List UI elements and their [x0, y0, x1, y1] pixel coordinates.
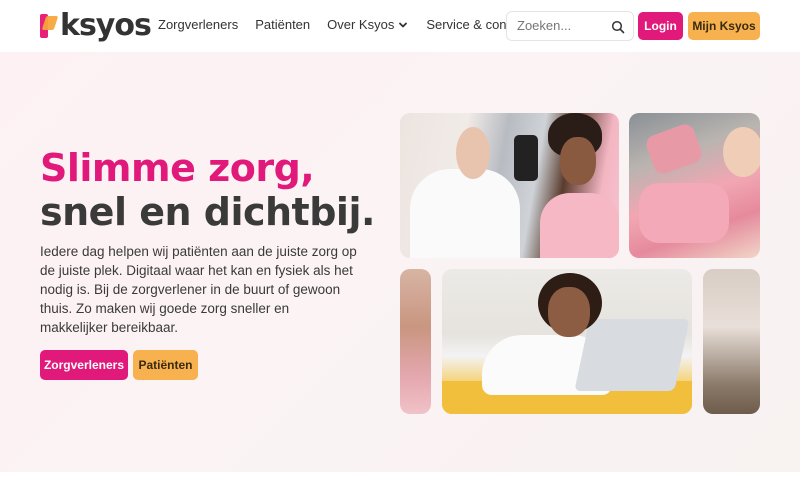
- photo-partial-left: [400, 269, 431, 414]
- chevron-down-icon: [399, 22, 408, 27]
- hero-title-line1: Slimme zorg,: [40, 146, 315, 190]
- hero-description: Iedere dag helpen wij patiënten aan de j…: [40, 244, 357, 335]
- main-nav: Zorgverleners Patiënten Over Ksyos Servi…: [158, 17, 544, 32]
- photo-partial-right: [703, 269, 760, 414]
- patienten-button[interactable]: Patiënten: [133, 350, 198, 380]
- hero-section: Slimme zorg, snel en dichtbij. Iedere da…: [0, 52, 800, 472]
- logo-text: ksyos: [60, 8, 152, 43]
- ksyos-logo[interactable]: ksyos: [40, 8, 152, 43]
- search-icon[interactable]: [611, 20, 625, 34]
- zorgverleners-button[interactable]: Zorgverleners: [40, 350, 128, 380]
- logo-mark-icon: [40, 14, 59, 38]
- mijn-ksyos-button[interactable]: Mijn Ksyos: [688, 12, 760, 40]
- nav-item-over-ksyos[interactable]: Over Ksyos: [327, 17, 409, 32]
- site-header: ksyos Zorgverleners Patiënten Over Ksyos…: [0, 0, 800, 52]
- page-below-hero: [0, 472, 800, 500]
- nav-item-zorgverleners[interactable]: Zorgverleners: [158, 17, 238, 32]
- photo-woman-laptop: [442, 269, 692, 414]
- search-box: [506, 11, 634, 41]
- photo-doctor-video-call: [400, 113, 619, 258]
- photo-woman-phone-selfie: [629, 113, 760, 258]
- hero-title-line2: snel en dichtbij.: [40, 190, 375, 234]
- login-button[interactable]: Login: [638, 12, 683, 40]
- hero-title: Slimme zorg, snel en dichtbij.: [40, 146, 375, 234]
- search-input[interactable]: [517, 18, 607, 33]
- nav-item-patienten[interactable]: Patiënten: [255, 17, 310, 32]
- nav-item-over-ksyos-label: Over Ksyos: [327, 17, 395, 32]
